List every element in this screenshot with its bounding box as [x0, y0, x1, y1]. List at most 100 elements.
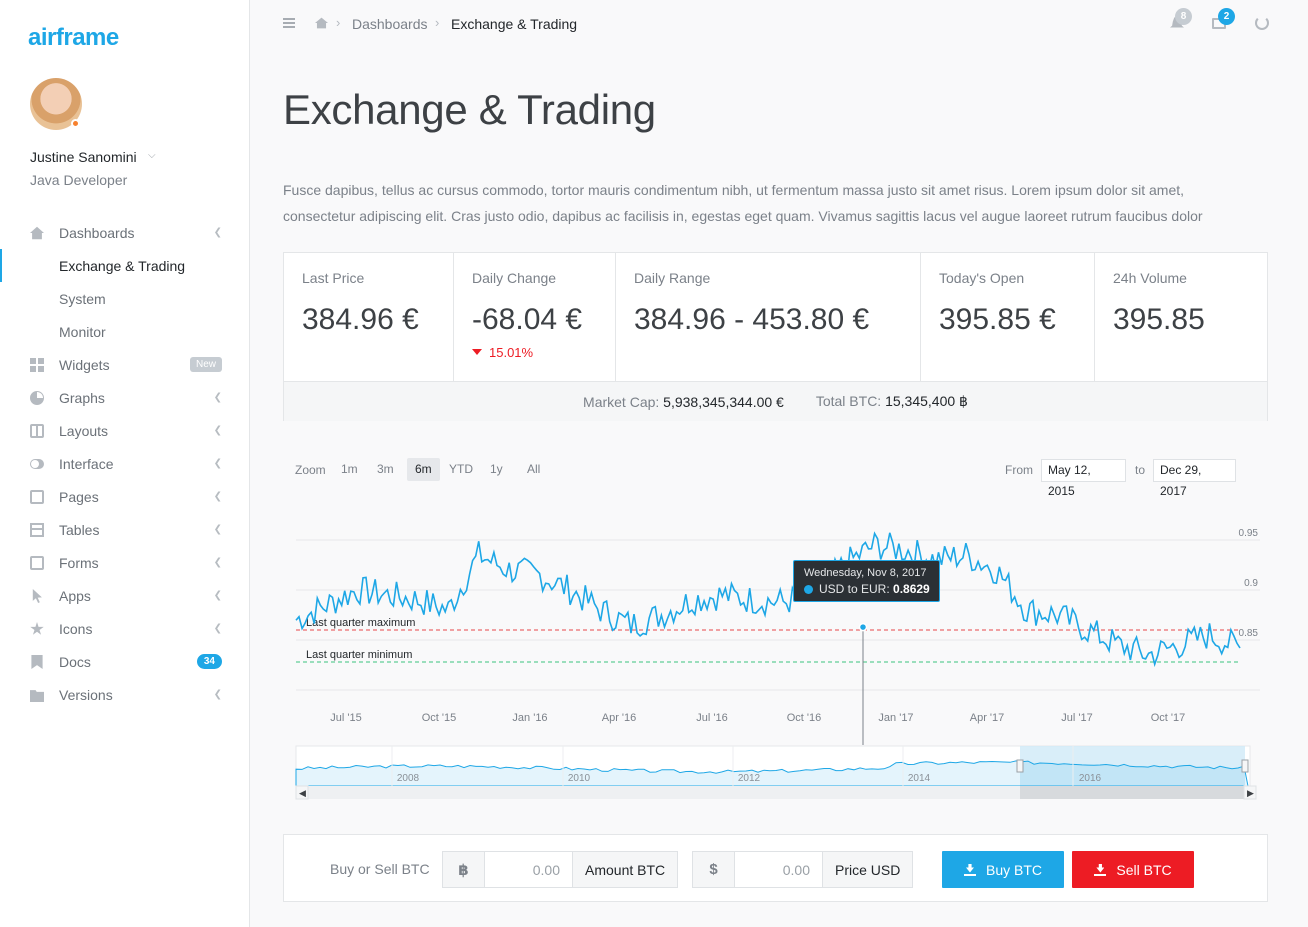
market-cap-value: 5,938,345,344.00 €: [663, 393, 784, 410]
tooltip-series: USD to EUR:: [819, 582, 890, 596]
chevron-left-icon: ❮: [213, 458, 222, 469]
chevron-left-icon: ❮: [213, 623, 222, 634]
zoom-1y-button[interactable]: 1y: [482, 458, 511, 481]
zoom-all-button[interactable]: All: [519, 458, 548, 481]
caret-down-icon: [472, 349, 482, 355]
tooltip-date: Wednesday, Nov 8, 2017: [804, 567, 927, 579]
sidebar-item-graphs[interactable]: Graphs ❮: [0, 381, 249, 414]
page-lead: Fusce dapibus, tellus ac cursus commodo,…: [283, 182, 1203, 224]
check-square-icon: [30, 556, 44, 570]
notifications-badge: 8: [1175, 8, 1192, 25]
y-tick-label: 0.95: [1239, 528, 1259, 539]
zoom-1m-button[interactable]: 1m: [333, 458, 366, 481]
sidebar-item-label: Dashboards: [59, 224, 135, 241]
usd-price-input[interactable]: 0.00: [735, 852, 823, 887]
trade-panel: Buy or Sell BTC ฿ 0.00 Amount BTC $ 0.00…: [283, 834, 1268, 902]
btc-amount-input[interactable]: 0.00: [485, 852, 573, 887]
sidebar-item-apps[interactable]: Apps ❮: [0, 579, 249, 612]
series-dot: [804, 585, 813, 594]
sidebar-item-interface[interactable]: Interface ❮: [0, 447, 249, 480]
new-badge: New: [189, 357, 222, 372]
chevron-left-icon: ❮: [213, 689, 222, 700]
x-tick-label: Oct '16: [787, 712, 822, 724]
buy-label: Buy BTC: [985, 861, 1042, 878]
sidebar-item-versions[interactable]: Versions ❮: [0, 678, 249, 711]
chevron-left-icon: ❮: [213, 557, 222, 568]
sell-btc-button[interactable]: Sell BTC: [1072, 851, 1194, 888]
stat-daily-change: Daily Change -68.04 € 15.01%: [454, 253, 616, 381]
sidebar-item-exchange-trading[interactable]: Exchange & Trading: [0, 249, 249, 282]
sidebar-item-label: Graphs: [59, 389, 105, 406]
home-icon[interactable]: [315, 17, 328, 29]
status-dot: [71, 119, 80, 128]
sidebar-item-label: Widgets: [59, 356, 110, 373]
toggle-icon: [30, 459, 44, 469]
x-tick-label: Oct '15: [422, 712, 457, 724]
chevron-right-icon: ▶: [1247, 788, 1254, 798]
from-label: From: [1005, 463, 1033, 477]
chevron-down-icon[interactable]: ⌵: [148, 150, 156, 161]
stat-value: -68.04 €: [472, 303, 583, 336]
zoom-6m-button[interactable]: 6m: [407, 458, 440, 481]
stat-last-price: Last Price 384.96 €: [284, 253, 454, 381]
grid-icon: [30, 358, 44, 372]
sidebar-item-widgets[interactable]: Widgets New: [0, 348, 249, 381]
chart-tooltip: Wednesday, Nov 8, 2017 USD to EUR: 0.862…: [793, 560, 940, 602]
x-tick-label: Apr '17: [970, 712, 1005, 724]
plot-line-label: Last quarter minimum: [306, 649, 412, 661]
stat-todays-open: Today's Open 395.85 €: [921, 253, 1095, 381]
stat-label: 24h Volume: [1113, 270, 1187, 286]
avatar[interactable]: [30, 78, 82, 130]
sidebar-item-monitor[interactable]: Monitor: [0, 315, 249, 348]
power-icon[interactable]: [1255, 16, 1269, 30]
page-title: Exchange & Trading: [283, 86, 656, 133]
navigator-handle: [1241, 759, 1249, 773]
sidebar-item-pages[interactable]: Pages ❮: [0, 480, 249, 513]
pointer-icon: [32, 589, 42, 603]
chevron-left-icon: ❮: [213, 524, 222, 535]
sidebar-item-label: Monitor: [59, 323, 106, 340]
plot-line-label: Last quarter maximum: [306, 617, 415, 629]
sidebar-item-dashboards[interactable]: Dashboards ❮: [0, 216, 249, 249]
price-chart[interactable]: 0.95 0.9 0.85 Last quarter maximum Last quar…: [290, 520, 1265, 805]
sidebar-item-label: Tables: [59, 521, 100, 538]
bookmark-icon: [31, 655, 43, 669]
sidebar-item-label: Pages: [59, 488, 99, 505]
sidebar-item-docs[interactable]: Docs 34: [0, 645, 249, 678]
sidebar-item-layouts[interactable]: Layouts ❮: [0, 414, 249, 447]
x-tick-label: Jul '15: [330, 712, 361, 724]
dollar-icon: $: [693, 852, 735, 887]
sidebar-item-icons[interactable]: Icons ❮: [0, 612, 249, 645]
sidebar-item-tables[interactable]: Tables ❮: [0, 513, 249, 546]
buy-btc-button[interactable]: Buy BTC: [942, 851, 1064, 888]
bitcoin-icon: ฿: [443, 852, 485, 887]
user-name[interactable]: Justine Sanomini: [30, 149, 137, 165]
sidebar-nav: Dashboards ❮ Exchange & Trading System M…: [0, 216, 249, 711]
to-date-input[interactable]: Dec 29, 2017: [1153, 459, 1236, 498]
breadcrumb-current: Exchange & Trading: [451, 16, 578, 32]
breadcrumb-dashboards[interactable]: Dashboards: [352, 16, 428, 32]
x-tick-label: Oct '17: [1151, 712, 1186, 724]
sidebar-item-label: Forms: [59, 554, 99, 571]
sidebar-item-system[interactable]: System: [0, 282, 249, 315]
home-icon: [30, 226, 44, 240]
from-date-input[interactable]: May 12, 2015: [1041, 459, 1126, 498]
navigator-tick-label: 2010: [568, 773, 591, 784]
sidebar-item-label: Exchange & Trading: [59, 257, 186, 274]
hover-point: [858, 622, 868, 632]
navigator-tick-label: 2016: [1079, 773, 1102, 784]
star-icon: [30, 622, 44, 635]
table-icon: [30, 523, 44, 537]
brand-logo[interactable]: airframe: [28, 24, 119, 52]
navigator-tick-label: 2014: [908, 773, 931, 784]
zoom-3m-button[interactable]: 3m: [369, 458, 402, 481]
usd-price-group: $ 0.00 Price USD: [692, 851, 914, 888]
tooltip-value-row: USD to EUR: 0.8629: [804, 582, 930, 596]
sidebar-item-label: Versions: [59, 686, 113, 703]
zoom-ytd-button[interactable]: YTD: [441, 458, 481, 481]
menu-icon[interactable]: [283, 18, 295, 28]
stat-value: 395.85: [1113, 303, 1205, 336]
sidebar-item-label: Interface: [59, 455, 114, 472]
y-tick-label: 0.9: [1244, 578, 1258, 589]
sidebar-item-forms[interactable]: Forms ❮: [0, 546, 249, 579]
